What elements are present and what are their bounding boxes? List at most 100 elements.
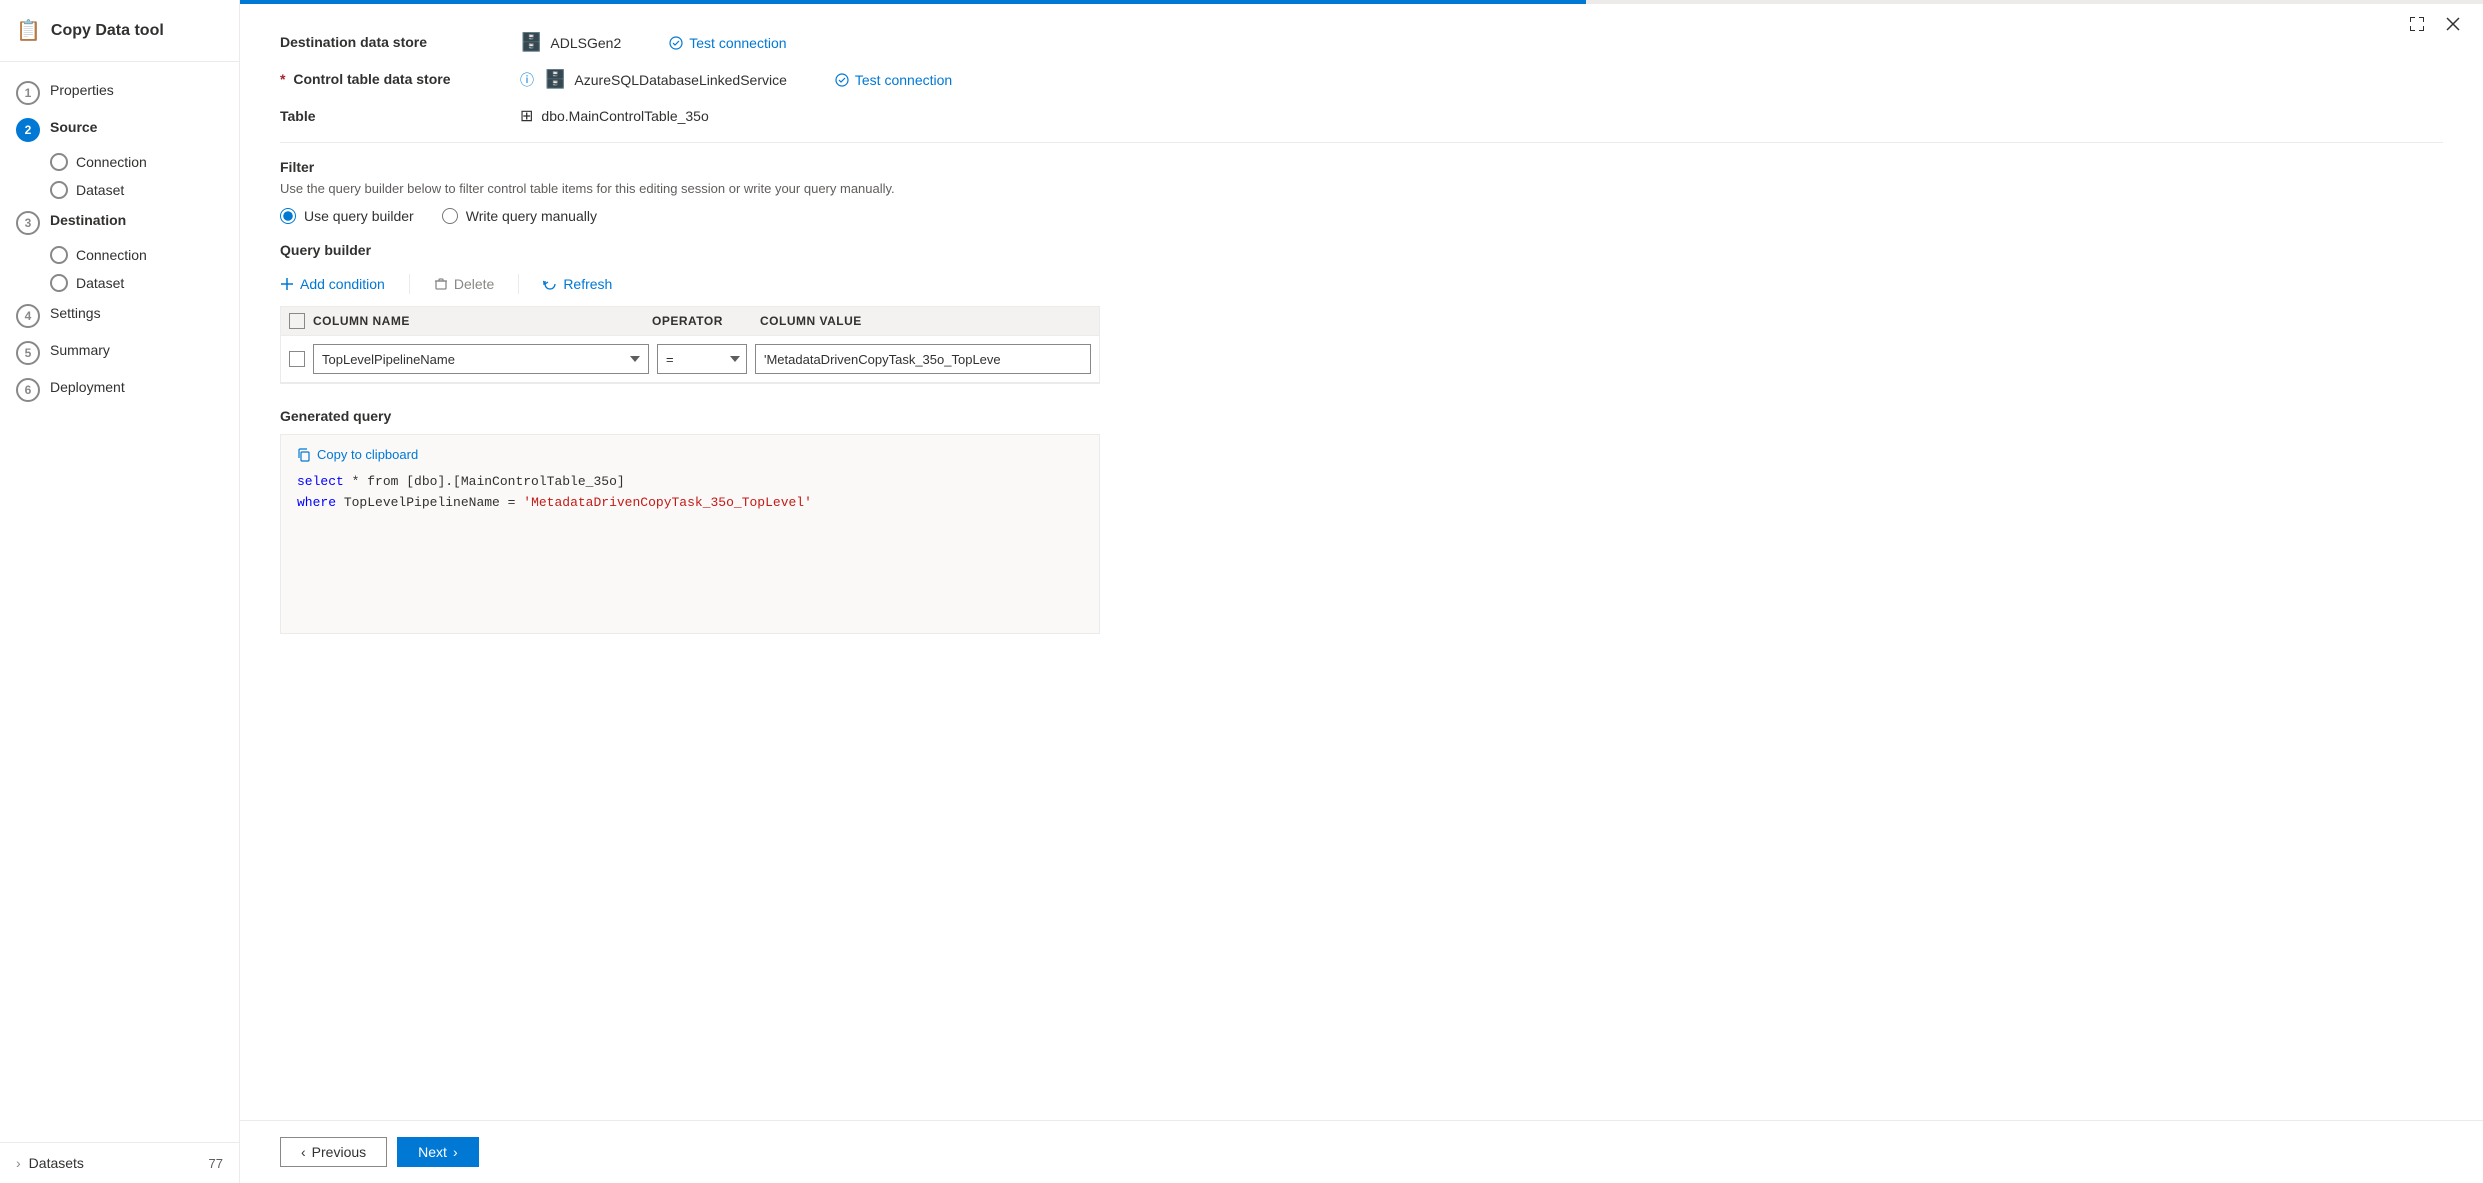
source-dataset-circle bbox=[50, 181, 68, 199]
divider-1 bbox=[280, 142, 2443, 143]
app-icon: 📋 bbox=[16, 18, 41, 43]
radio-query-builder-input[interactable] bbox=[280, 208, 296, 224]
source-connection-circle bbox=[50, 153, 68, 171]
radio-use-query-builder[interactable]: Use query builder bbox=[280, 208, 414, 224]
step-circle-3: 3 bbox=[16, 211, 40, 235]
sidebar-bottom-datasets[interactable]: › Datasets 77 bbox=[0, 1142, 239, 1183]
operator-header: OPERATOR bbox=[652, 314, 752, 328]
radio-write-manually[interactable]: Write query manually bbox=[442, 208, 597, 224]
add-condition-button[interactable]: Add condition bbox=[280, 272, 385, 296]
control-table-test-connection[interactable]: Test connection bbox=[835, 72, 952, 88]
app-title: Copy Data tool bbox=[51, 22, 164, 40]
required-star: * bbox=[280, 71, 285, 87]
sidebar-header: 📋 Copy Data tool bbox=[0, 0, 239, 62]
control-table-label: * Control table data store bbox=[280, 69, 520, 87]
refresh-button[interactable]: Refresh bbox=[543, 272, 612, 296]
query-builder-table: COLUMN NAME OPERATOR COLUMN VALUE TopLev… bbox=[280, 306, 1100, 384]
destination-value: 🗄️ ADLSGen2 Test connection bbox=[520, 32, 2443, 53]
table-row: Table ⊞ dbo.MainControlTable_35o bbox=[280, 106, 2443, 126]
sidebar-item-source-connection[interactable]: Connection bbox=[50, 148, 239, 176]
info-icon: ⓘ bbox=[520, 70, 534, 90]
radio-query-builder-label: Use query builder bbox=[304, 208, 414, 224]
sidebar-nav: 1 Properties 2 Source Connection Dataset… bbox=[0, 62, 239, 1142]
dest-connection-label: Connection bbox=[76, 247, 147, 263]
header-checkbox[interactable] bbox=[289, 313, 305, 329]
table-name: dbo.MainControlTable_35o bbox=[541, 108, 708, 124]
next-label: Next bbox=[418, 1144, 447, 1160]
delete-label: Delete bbox=[454, 276, 494, 292]
step-circle-4: 4 bbox=[16, 304, 40, 328]
toolbar-divider-1 bbox=[409, 274, 410, 294]
copy-to-clipboard-button[interactable]: Copy to clipboard bbox=[297, 447, 418, 462]
destination-store-name: ADLSGen2 bbox=[550, 35, 621, 51]
sidebar-item-deployment[interactable]: 6 Deployment bbox=[0, 371, 239, 408]
adls-icon: 🗄️ bbox=[520, 32, 542, 53]
table-label: Table bbox=[280, 106, 520, 124]
previous-chevron: ‹ bbox=[301, 1144, 306, 1160]
column-name-header: COLUMN NAME bbox=[313, 314, 644, 328]
generated-query-box: Copy to clipboard select * from [dbo].[M… bbox=[280, 434, 1100, 634]
sidebar-item-destination[interactable]: 3 Destination bbox=[0, 204, 239, 241]
chevron-right-icon: › bbox=[16, 1155, 21, 1171]
query-line-2: where TopLevelPipelineName = 'MetadataDr… bbox=[297, 493, 1083, 514]
destination-test-label: Test connection bbox=[689, 35, 786, 51]
sidebar-item-source-dataset[interactable]: Dataset bbox=[50, 176, 239, 204]
column-name-select[interactable]: TopLevelPipelineName SourceObjectSetting… bbox=[313, 344, 649, 374]
step-label-4: Settings bbox=[50, 303, 101, 321]
source-sub-items: Connection Dataset bbox=[0, 148, 239, 204]
copy-clipboard-label: Copy to clipboard bbox=[317, 447, 418, 462]
step-label-5: Summary bbox=[50, 340, 110, 358]
step-circle-1: 1 bbox=[16, 81, 40, 105]
control-table-row: * Control table data store ⓘ 🗄️ AzureSQL… bbox=[280, 69, 2443, 90]
step-label-2: Source bbox=[50, 117, 97, 135]
next-button[interactable]: Next › bbox=[397, 1137, 478, 1167]
sidebar: 📋 Copy Data tool 1 Properties 2 Source C… bbox=[0, 0, 240, 1183]
sidebar-item-dest-dataset[interactable]: Dataset bbox=[50, 269, 239, 297]
filter-title: Filter bbox=[280, 159, 2443, 175]
step-label-3: Destination bbox=[50, 210, 126, 228]
row-checkbox[interactable] bbox=[289, 351, 305, 367]
sidebar-item-source[interactable]: 2 Source bbox=[0, 111, 239, 148]
next-chevron: › bbox=[453, 1144, 458, 1160]
control-table-value: ⓘ 🗄️ AzureSQLDatabaseLinkedService Test … bbox=[520, 69, 2443, 90]
delete-button[interactable]: Delete bbox=[434, 272, 494, 296]
query-string-value: 'MetadataDrivenCopyTask_35o_TopLevel' bbox=[523, 495, 812, 510]
refresh-label: Refresh bbox=[563, 276, 612, 292]
filter-description: Use the query builder below to filter co… bbox=[280, 181, 2443, 196]
source-connection-label: Connection bbox=[76, 154, 147, 170]
sidebar-bottom-label: Datasets bbox=[29, 1155, 84, 1171]
sidebar-item-settings[interactable]: 4 Settings bbox=[0, 297, 239, 334]
qb-table-row: TopLevelPipelineName SourceObjectSetting… bbox=[281, 336, 1099, 383]
dest-dataset-label: Dataset bbox=[76, 275, 124, 291]
query-where-field: TopLevelPipelineName = bbox=[344, 495, 523, 510]
table-value: ⊞ dbo.MainControlTable_35o bbox=[520, 106, 2443, 126]
dest-connection-circle bbox=[50, 246, 68, 264]
add-condition-label: Add condition bbox=[300, 276, 385, 292]
dest-dataset-circle bbox=[50, 274, 68, 292]
sql-icon: 🗄️ bbox=[544, 69, 566, 90]
column-value-input[interactable] bbox=[755, 344, 1091, 374]
step-circle-5: 5 bbox=[16, 341, 40, 365]
generated-query-section: Generated query Copy to clipboard select… bbox=[280, 408, 2443, 634]
column-value-header: COLUMN VALUE bbox=[760, 314, 1091, 328]
sidebar-item-dest-connection[interactable]: Connection bbox=[50, 241, 239, 269]
filter-radio-group: Use query builder Write query manually bbox=[280, 208, 2443, 224]
destination-row: Destination data store 🗄️ ADLSGen2 Test … bbox=[280, 32, 2443, 53]
radio-write-manually-label: Write query manually bbox=[466, 208, 597, 224]
destination-test-connection[interactable]: Test connection bbox=[669, 35, 786, 51]
query-from-clause: * from [dbo].[MainControlTable_35o] bbox=[352, 474, 625, 489]
step-circle-6: 6 bbox=[16, 378, 40, 402]
expand-icon[interactable] bbox=[2403, 10, 2431, 38]
where-keyword: where bbox=[297, 495, 336, 510]
query-builder-toolbar: Add condition Delete Refresh bbox=[280, 272, 2443, 296]
close-icon[interactable] bbox=[2439, 10, 2467, 38]
step-label-6: Deployment bbox=[50, 377, 125, 395]
step-circle-2: 2 bbox=[16, 118, 40, 142]
previous-button[interactable]: ‹ Previous bbox=[280, 1137, 387, 1167]
sidebar-item-properties[interactable]: 1 Properties bbox=[0, 74, 239, 111]
sidebar-item-summary[interactable]: 5 Summary bbox=[0, 334, 239, 371]
radio-write-manually-input[interactable] bbox=[442, 208, 458, 224]
operator-select[interactable]: = != > < bbox=[657, 344, 747, 374]
toolbar-divider-2 bbox=[518, 274, 519, 294]
destination-sub-items: Connection Dataset bbox=[0, 241, 239, 297]
